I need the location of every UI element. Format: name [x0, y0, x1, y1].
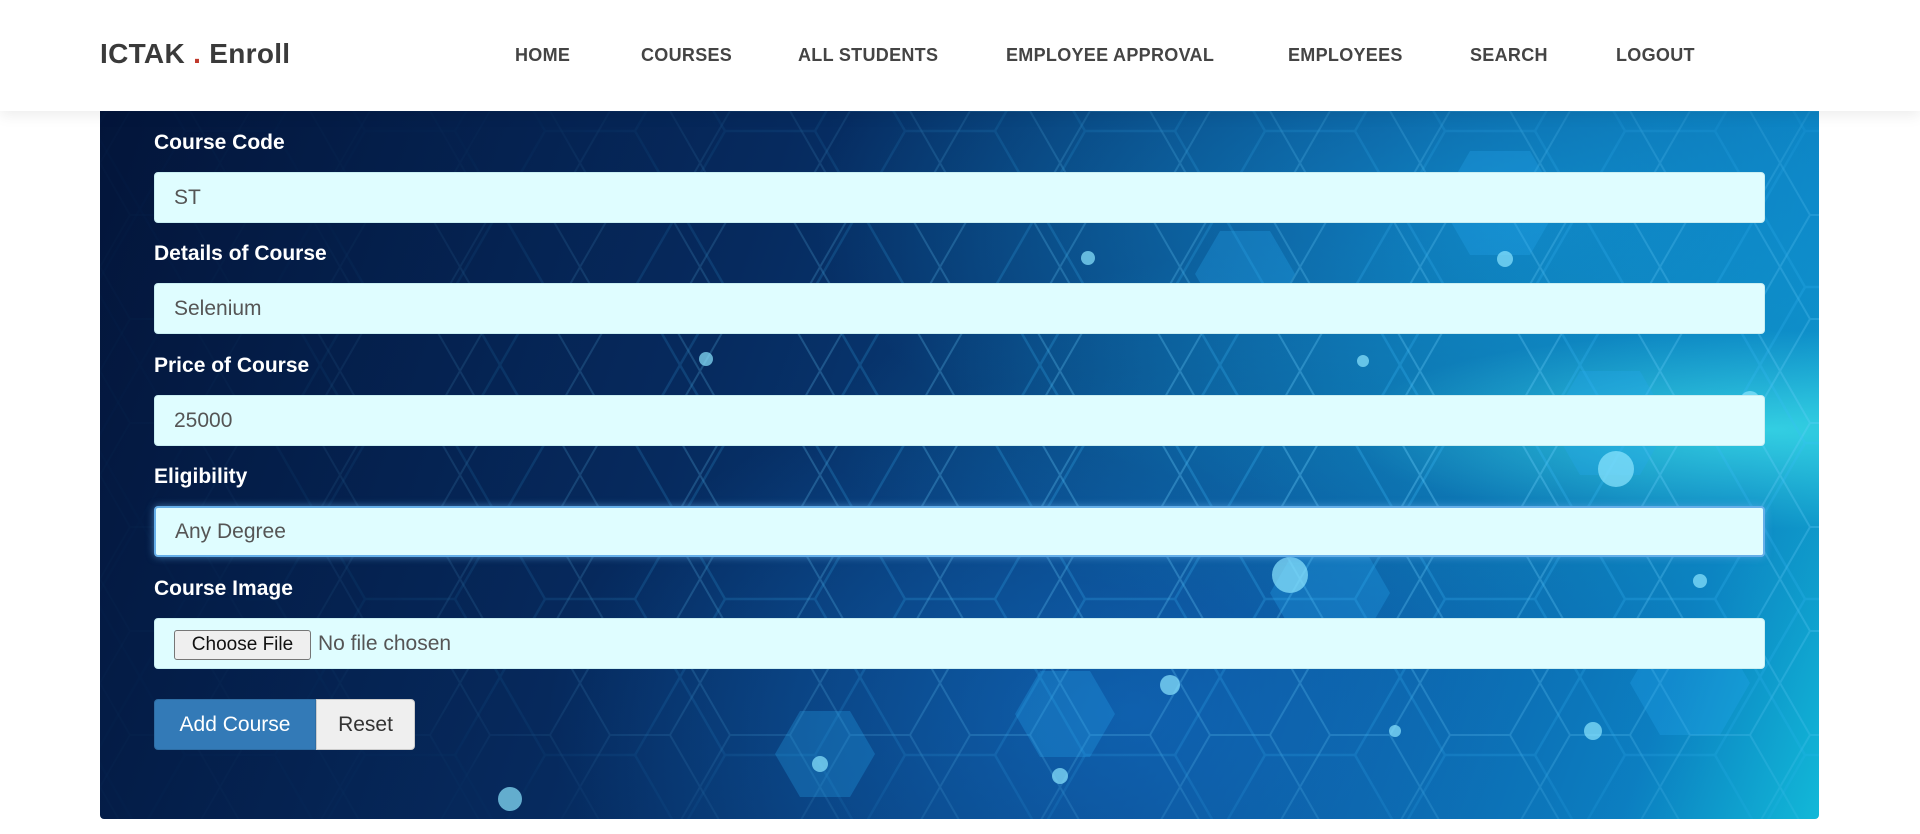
course-image-file-input[interactable]: Choose File No file chosen — [154, 618, 1765, 669]
nav-employees[interactable]: EMPLOYEES — [1288, 45, 1403, 66]
brand-logo[interactable]: ICTAK . Enroll — [100, 38, 290, 70]
choose-file-button[interactable]: Choose File — [174, 630, 311, 660]
course-details-input[interactable] — [154, 283, 1765, 334]
eligibility-label: Eligibility — [154, 465, 248, 488]
course-details-label: Details of Course — [154, 242, 327, 265]
nav-home[interactable]: HOME — [515, 45, 570, 66]
top-navbar: ICTAK . Enroll HOME COURSES ALL STUDENTS… — [0, 0, 1920, 111]
add-course-button[interactable]: Add Course — [154, 699, 316, 750]
course-code-input[interactable] — [154, 172, 1765, 223]
nav-logout[interactable]: LOGOUT — [1616, 45, 1695, 66]
nav-employee-approval[interactable]: EMPLOYEE APPROVAL — [1006, 45, 1214, 66]
course-image-label: Course Image — [154, 577, 293, 600]
brand-name: ICTAK — [100, 38, 185, 69]
nav-all-students[interactable]: ALL STUDENTS — [798, 45, 938, 66]
course-price-label: Price of Course — [154, 354, 310, 377]
reset-button[interactable]: Reset — [316, 699, 415, 750]
add-course-form-panel: Course Code Details of Course Price of C… — [100, 111, 1819, 819]
brand-dot: . — [193, 38, 202, 69]
course-code-label: Course Code — [154, 131, 285, 154]
eligibility-input[interactable] — [154, 506, 1765, 557]
course-price-input[interactable] — [154, 395, 1765, 446]
nav-courses[interactable]: COURSES — [641, 45, 732, 66]
nav-search[interactable]: SEARCH — [1470, 45, 1548, 66]
brand-suffix: Enroll — [209, 38, 291, 69]
file-status-text: No file chosen — [318, 632, 452, 655]
